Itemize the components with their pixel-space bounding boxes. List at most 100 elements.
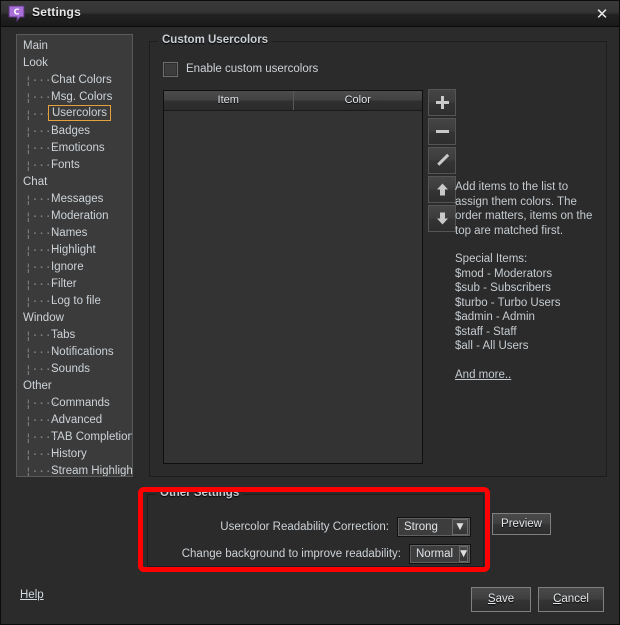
sidebar-item-ignore[interactable]: ¦···· Ignore (17, 259, 132, 276)
tree-branch-line: ¦···· (25, 295, 59, 308)
sidebar-item-main[interactable]: Main (17, 38, 132, 55)
sidebar-item-messages[interactable]: ¦···· Messages (17, 191, 132, 208)
preview-button[interactable]: Preview (492, 513, 551, 535)
panel-title: Other Settings (156, 487, 244, 499)
tree-branch-line: ¦···· (25, 74, 59, 87)
sidebar-item-fonts[interactable]: ¦···· Fonts (17, 157, 132, 174)
move-down-button[interactable] (428, 205, 456, 232)
sidebar-item-label: Chat Colors (51, 74, 112, 86)
cancel-label-rest: ancel (561, 593, 589, 605)
change-background-label: Change background to improve readability… (181, 548, 401, 560)
readability-correction-label: Usercolor Readability Correction: (220, 521, 389, 533)
sidebar-item-badges[interactable]: ¦···· Badges (17, 123, 132, 140)
tree-branch-line: ¦···· (25, 193, 59, 206)
checkbox-box[interactable] (163, 61, 178, 77)
sidebar-item-look[interactable]: Look (17, 55, 132, 72)
change-background-row: Change background to improve readability… (148, 544, 483, 564)
help-intro: Add items to the list to assign them col… (455, 180, 601, 238)
readability-correction-row: Usercolor Readability Correction: Strong… (148, 517, 483, 537)
sidebar-item-label: Msg. Colors (51, 91, 113, 103)
sidebar-item-filter[interactable]: ¦···· Filter (17, 276, 132, 293)
tree-branch-line: ¦···· (25, 159, 59, 172)
sidebar-item-label: Window (23, 312, 64, 324)
sidebar-item-label: TAB Completion (51, 431, 133, 443)
sidebar-item-emoticons[interactable]: ¦···· Emoticons (17, 140, 132, 157)
special-item: $admin - Admin (455, 311, 535, 323)
readability-correction-select[interactable]: Strong ▼ (397, 517, 471, 537)
tree-branch-line: ¦···· (25, 329, 59, 342)
special-items-heading: Special Items: (455, 253, 528, 265)
sidebar-item-usercolors[interactable]: ¦···· Usercolors (17, 105, 132, 123)
settings-category-tree[interactable]: Main Look ¦···· Chat Colors ¦···· Msg. Colors… (16, 34, 133, 477)
sidebar-item-chat-colors[interactable]: ¦···· Chat Colors (17, 72, 132, 89)
help-intro-line: top are matched first. (455, 224, 564, 237)
cancel-button[interactable]: Cancel (538, 587, 604, 612)
sidebar-item-sounds[interactable]: ¦···· Sounds (17, 361, 132, 378)
add-item-button[interactable] (428, 89, 456, 116)
arrow-down-icon (436, 212, 448, 225)
sidebar-item-advanced[interactable]: ¦···· Advanced (17, 412, 132, 429)
sidebar-item-tab-completion[interactable]: ¦···· TAB Completion (17, 429, 132, 446)
tree-branch-line: ¦···· (25, 414, 59, 427)
tree-branch-line: ¦···· (25, 91, 59, 104)
tree-branch-line: ¦···· (25, 363, 59, 376)
pencil-icon (436, 153, 449, 166)
tree-branch-line: ¦···· (25, 142, 59, 155)
help-link[interactable]: Help (20, 589, 44, 601)
chatty-bubble-icon: C (8, 5, 25, 23)
plus-icon (435, 96, 449, 109)
tree-branch-line: ¦···· (25, 278, 59, 291)
move-up-button[interactable] (428, 176, 456, 203)
title-bar: C Settings ✕ (1, 1, 619, 27)
sidebar-item-label: Emoticons (51, 142, 105, 154)
sidebar-item-msg-colors[interactable]: ¦···· Msg. Colors (17, 89, 132, 106)
change-background-select[interactable]: Normal ▼ (409, 544, 471, 564)
remove-item-button[interactable] (428, 118, 456, 145)
sidebar-item-log-to-file[interactable]: ¦···· Log to file (17, 293, 132, 310)
help-intro-line: Add items to the list to (455, 181, 569, 193)
sidebar-item-chat[interactable]: Chat (17, 174, 132, 191)
sidebar-item-label: Main (23, 40, 48, 52)
sidebar-item-stream-highlights[interactable]: ¦···· Stream Highlights (17, 463, 133, 477)
sidebar-item-names[interactable]: ¦···· Names (17, 225, 132, 242)
tree-branch-line: ¦···· (25, 465, 59, 477)
save-label-rest: ave (495, 593, 515, 605)
sidebar-item-history[interactable]: ¦···· History (17, 446, 132, 463)
sidebar-item-commands[interactable]: ¦···· Commands (17, 395, 132, 412)
column-header-color[interactable]: Color (294, 91, 423, 110)
sidebar-item-other[interactable]: Other (17, 378, 132, 395)
special-item: $all - All Users (455, 340, 529, 352)
svg-text:C: C (14, 8, 20, 17)
custom-usercolors-panel: Custom Usercolors Enable custom usercolo… (149, 34, 607, 477)
edit-item-button[interactable] (428, 147, 456, 174)
save-mnemonic: S (487, 593, 496, 605)
sidebar-item-moderation[interactable]: ¦···· Moderation (17, 208, 132, 225)
sidebar-item-label: Moderation (51, 210, 109, 222)
special-item: $turbo - Turbo Users (455, 296, 561, 309)
close-icon[interactable]: ✕ (591, 4, 613, 24)
special-item: $sub - Subscribers (455, 282, 551, 294)
sidebar-item-tabs[interactable]: ¦···· Tabs (17, 327, 132, 344)
enable-custom-usercolors-checkbox[interactable]: Enable custom usercolors (163, 60, 318, 78)
sidebar-item-highlight[interactable]: ¦···· Highlight (17, 242, 132, 259)
sidebar-item-label: Log to file (51, 295, 101, 307)
sidebar-item-notifications[interactable]: ¦···· Notifications (17, 344, 132, 361)
save-button[interactable]: Save (471, 587, 531, 612)
panel-title: Custom Usercolors (158, 34, 273, 46)
tree-branch-line: ¦···· (25, 346, 59, 359)
usercolors-table[interactable]: Item Color (163, 90, 423, 464)
sidebar-item-label: Stream Highlights (51, 465, 133, 477)
tree-branch-line: ¦···· (25, 108, 59, 121)
special-item: $mod - Moderators (455, 267, 553, 280)
tree-branch-line: ¦···· (25, 448, 59, 461)
sidebar-item-label: Chat (23, 176, 48, 188)
column-header-item[interactable]: Item (164, 91, 294, 110)
table-body[interactable] (164, 111, 422, 463)
sidebar-item-label: Notifications (51, 346, 114, 358)
chevron-down-icon[interactable]: ▼ (459, 546, 468, 562)
and-more-link[interactable]: And more.. (455, 368, 511, 383)
sidebar-item-window[interactable]: Window (17, 310, 132, 327)
chevron-down-icon[interactable]: ▼ (452, 519, 468, 535)
tree-branch-line: ¦···· (25, 210, 59, 223)
tree-branch-line: ¦···· (25, 125, 59, 138)
